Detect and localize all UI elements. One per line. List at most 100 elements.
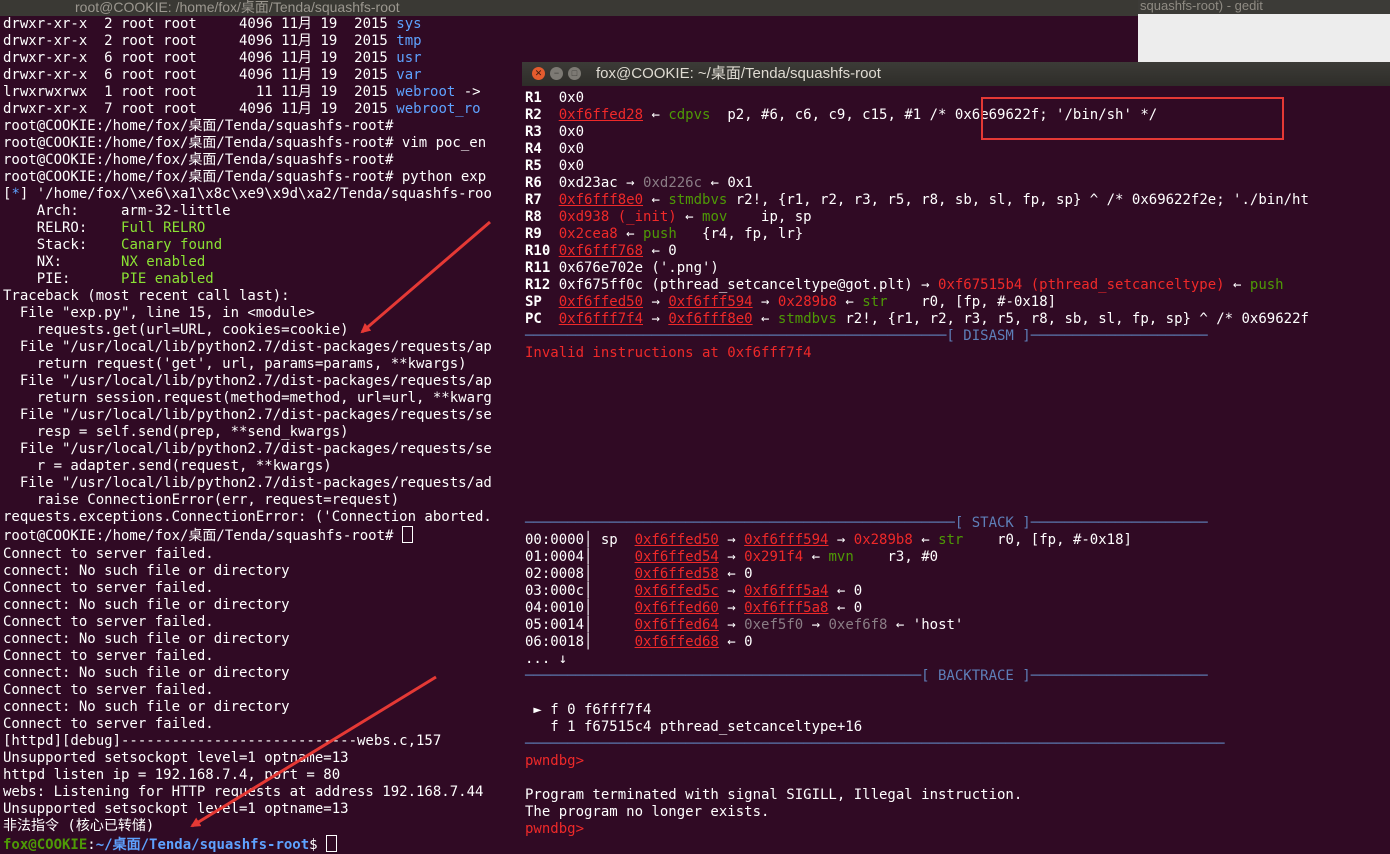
terminal-text-segment: 02:0008│ (525, 566, 635, 582)
terminal-text-segment: ← 0 (718, 566, 753, 582)
terminal-text-segment: 0xf6ffed68 (634, 634, 719, 650)
terminal-text-segment: r2!, {r1, r2, r3, r5, r8, sb, sl, fp, sp… (836, 311, 1309, 327)
gedit-titlebar[interactable]: squashfs-root) - gedit (1138, 0, 1390, 14)
terminal-text-segment: sys (396, 16, 422, 32)
close-icon[interactable]: ✕ (532, 67, 545, 80)
terminal-text-segment: fox@COOKIE (3, 837, 88, 853)
terminal-text-segment: r2!, {r1, r2, r3, r5, r8, sb, sl, fp, sp… (727, 192, 1309, 208)
terminal-text-segment: The program no longer exists. (525, 804, 770, 820)
terminal-text-segment: 0xf6fff594 (668, 294, 753, 310)
terminal-text-segment: ← (912, 532, 939, 548)
terminal-line: httpd listen ip = 192.168.7.4, port = 80 (3, 767, 483, 784)
terminal-text-segment: 0xef6f8 (828, 617, 888, 633)
terminal-text-segment: R9 (525, 226, 559, 242)
terminal-text-segment: pwndbg> (525, 753, 585, 769)
minimize-icon[interactable]: − (550, 67, 563, 80)
pwndbg-line (525, 770, 1390, 787)
terminal-text-segment: ← (803, 549, 829, 565)
terminal-text-segment: R10 (525, 243, 559, 259)
terminal-text-segment: → (718, 583, 745, 599)
terminal-text-segment: NX enabled (121, 254, 206, 270)
terminal-text-segment: ← 0 (828, 583, 863, 599)
terminal-text-segment: ~/桌面/Tenda/squashfs-root (95, 837, 310, 853)
terminal-text-segment: R8 (525, 209, 559, 225)
pwndbg-terminal-titlebar[interactable]: ✕ − □ fox@COOKIE: ~/桌面/Tenda/squashfs-ro… (522, 62, 1390, 86)
terminal-text-segment: 0xd938 (_init) (558, 209, 677, 225)
pwndbg-line: ────────────────────────────────────────… (525, 668, 1390, 685)
background-terminal-titlebar[interactable]: root@COOKIE: /home/fox/桌面/Tenda/squashfs… (0, 0, 1140, 16)
pwndbg-line: PC 0xf6fff7f4 → 0xf6fff8e0 ← stmdbvs r2!… (525, 311, 1390, 328)
maximize-icon[interactable]: □ (568, 67, 581, 80)
terminal-text-segment: File "/usr/local/lib/python2.7/dist-pack… (3, 373, 492, 389)
terminal-text-segment: webs: Listening for HTTP requests at add… (3, 784, 484, 800)
terminal-text-segment: pwndbg> (525, 821, 585, 837)
terminal-line: Connect to server failed. (3, 648, 483, 665)
terminal-text-segment: 0x289b8 (853, 532, 913, 548)
terminal-text-segment: NX: (3, 254, 122, 270)
terminal-line: fox@COOKIE:~/桌面/Tenda/squashfs-root$ (3, 835, 483, 853)
terminal-text-segment: → (617, 175, 644, 191)
terminal-text-segment: push (1249, 277, 1284, 293)
terminal-text-segment: Invalid instructions at 0xf6fff7f4 (525, 345, 812, 361)
terminal-line: Connect to server failed. (3, 546, 483, 563)
terminal-text-segment: 0xf6ffed50 (634, 532, 719, 548)
gedit-title: squashfs-root) - gedit (1140, 0, 1263, 13)
terminal-text-segment: ← (752, 311, 778, 327)
terminal-text-segment: Program terminated with signal SIGILL, I… (525, 787, 1023, 803)
terminal-line: connect: No such file or directory (3, 699, 483, 716)
pwndbg-line: 03:000c│ 0xf6ffed5c → 0xf6fff5a4 ← 0 (525, 583, 1390, 600)
terminal-text-segment: Stack: (3, 237, 122, 253)
pwndbg-line: R4 0x0 (525, 141, 1390, 158)
terminal-text-segment: r0, [fp, #-0x18] (963, 532, 1132, 548)
terminal-text-segment: webroot_ro (396, 101, 481, 117)
terminal-text-segment: PC (525, 311, 559, 327)
pwndbg-line: 02:0008│ 0xf6ffed58 ← 0 (525, 566, 1390, 583)
terminal-text-segment: R12 (525, 277, 559, 293)
terminal-text-segment: 0x289b8 (777, 294, 837, 310)
pwndbg-output[interactable]: R1 0x0 R2 0xf6ffed28 ← cdpvs p2, #6, c6, … (522, 86, 1390, 838)
terminal-text-segment: str (938, 532, 964, 548)
terminal-text-segment: R11 (525, 260, 559, 276)
terminal-text-segment: [httpd][debug]--------------------------… (3, 733, 442, 749)
pwndbg-line: f 1 f67515c4 pthread_setcanceltype+16 (525, 719, 1390, 736)
pwndbg-line: ... ↓ (525, 651, 1390, 668)
terminal-text-segment: ← 0 (718, 634, 753, 650)
pwndbg-line (525, 447, 1390, 464)
terminal-text-segment: Unsupported setsockopt level=1 optname=1… (3, 801, 349, 817)
background-terminal-title: root@COOKIE: /home/fox/桌面/Tenda/squashfs… (75, 0, 400, 15)
terminal-text-segment: -> (455, 84, 481, 100)
pwndbg-line: ────────────────────────────────────────… (525, 515, 1390, 532)
terminal-text-segment: usr (396, 50, 422, 66)
terminal-text-segment: 0xf6fff5a4 (744, 583, 829, 599)
terminal-text-segment: {r4, fp, lr} (676, 226, 804, 242)
terminal-text-segment: ← 0x1 (702, 175, 753, 191)
terminal-text-segment: tmp (396, 33, 422, 49)
terminal-text-segment: r0, [fp, #-0x18] (887, 294, 1057, 310)
pwndbg-terminal-window[interactable]: ✕ − □ fox@COOKIE: ~/桌面/Tenda/squashfs-ro… (522, 62, 1390, 854)
terminal-text-segment: Arch: arm-32-little (3, 203, 231, 219)
terminal-text-segment: 0x291f4 (744, 549, 804, 565)
terminal-text-segment: var (396, 67, 422, 83)
terminal-text-segment: webroot (396, 84, 456, 100)
pwndbg-line: 00:0000│ sp 0xf6ffed50 → 0xf6fff594 → 0x… (525, 532, 1390, 549)
terminal-text-segment: R5 (525, 158, 559, 174)
pwndbg-line (525, 379, 1390, 396)
terminal-text-segment: Connect to server failed. (3, 580, 214, 596)
server-log-output[interactable]: Connect to server failed. connect: No suc… (0, 546, 484, 853)
terminal-text-segment: RELRO: (3, 220, 122, 236)
terminal-text-segment: drwxr-xr-x 7 root root 4096 11月 19 2015 (3, 101, 397, 117)
terminal-text-segment: ... ↓ (525, 651, 568, 667)
terminal-text-segment: 0xd226c (643, 175, 703, 191)
pwndbg-line: 04:0010│ 0xf6ffed60 → 0xf6fff5a8 ← 0 (525, 600, 1390, 617)
terminal-text-segment: → (718, 549, 745, 565)
terminal-text-segment: ────────────────────────────────────────… (525, 515, 1208, 531)
terminal-text-segment: 0xf67515b4 (pthread_setcanceltype) (938, 277, 1225, 293)
terminal-text-segment: f 1 f67515c4 pthread_setcanceltype+16 (525, 719, 863, 735)
terminal-text-segment: * (11, 186, 20, 202)
terminal-text-segment: $ (309, 837, 327, 853)
terminal-text-segment: → (643, 294, 669, 310)
terminal-text-segment: Unsupported setsockopt level=1 optname=1… (3, 750, 349, 766)
terminal-text-segment: 非法指令 (核心已转储) (3, 818, 155, 834)
pwndbg-line (525, 430, 1390, 447)
terminal-text-segment: → (718, 617, 745, 633)
